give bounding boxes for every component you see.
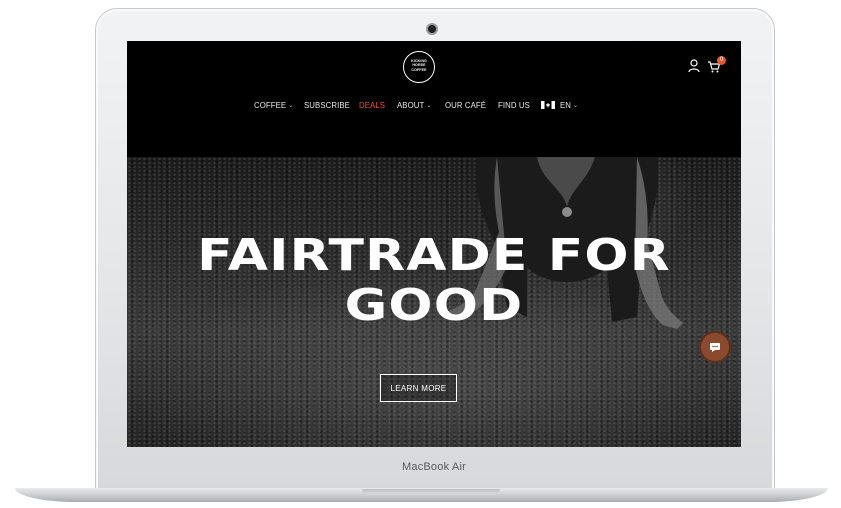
- nav-item-coffee[interactable]: COFFEE ⌄: [254, 101, 293, 110]
- chevron-down-icon: ⌄: [288, 103, 294, 109]
- nav-item-deals[interactable]: DEALS: [359, 101, 385, 110]
- learn-more-button[interactable]: LEARN MORE: [380, 374, 457, 402]
- logo-word-3: COFFEE: [411, 67, 427, 72]
- canada-flag-icon: [541, 101, 555, 109]
- hero-headline-line-2: GOOD: [344, 280, 524, 331]
- language-label: EN: [560, 101, 572, 110]
- hero-headline: FAIRTRADE FOR GOOD: [127, 231, 741, 331]
- nav-item-find-us[interactable]: FIND US: [498, 101, 530, 110]
- camera: [428, 25, 436, 33]
- laptop-base-notch: [362, 489, 500, 495]
- nav-label: COFFEE: [254, 101, 287, 110]
- hero-banner: FAIRTRADE FOR GOOD LEARN MORE: [127, 157, 741, 447]
- nav-label: SUBSCRIBE: [304, 101, 350, 110]
- brand-logo[interactable]: KICKING HORSE COFFEE: [403, 51, 435, 83]
- nav-label: ABOUT: [397, 101, 425, 110]
- nav-label: OUR CAFÉ: [445, 101, 487, 110]
- hero-headline-line-1: FAIRTRADE FOR: [197, 230, 671, 281]
- logo-word-1: KICKING: [411, 59, 427, 63]
- logo-word-2: HORSE: [412, 63, 426, 68]
- nav-label: DEALS: [359, 101, 386, 110]
- chevron-down-icon: ⌄: [573, 103, 579, 109]
- chat-icon: [710, 343, 720, 352]
- nav-label: FIND US: [498, 101, 530, 110]
- chat-button[interactable]: [701, 333, 729, 361]
- site-header: KICKING HORSE COFFEE 0 COFFEE ⌄ SUBSCRIBE…: [127, 41, 741, 157]
- account-icon[interactable]: [688, 59, 700, 73]
- nav-item-about[interactable]: ABOUT ⌄: [397, 101, 432, 110]
- language-selector[interactable]: EN ⌄: [560, 101, 578, 110]
- laptop-screen: KICKING HORSE COFFEE 0 COFFEE ⌄ SUBSCRIBE…: [127, 41, 741, 447]
- nav-item-subscribe[interactable]: SUBSCRIBE: [304, 101, 350, 110]
- logo-text: KICKING HORSE COFFEE: [404, 59, 434, 72]
- chevron-down-icon: ⌄: [426, 103, 432, 109]
- main-navigation: COFFEE ⌄ SUBSCRIBE DEALS ABOUT ⌄ OUR CAFÉ …: [127, 101, 741, 115]
- cart-count-badge: 0: [717, 56, 726, 65]
- laptop-model-label: MacBook Air: [402, 461, 466, 473]
- nav-item-our-cafe[interactable]: OUR CAFÉ: [445, 101, 486, 110]
